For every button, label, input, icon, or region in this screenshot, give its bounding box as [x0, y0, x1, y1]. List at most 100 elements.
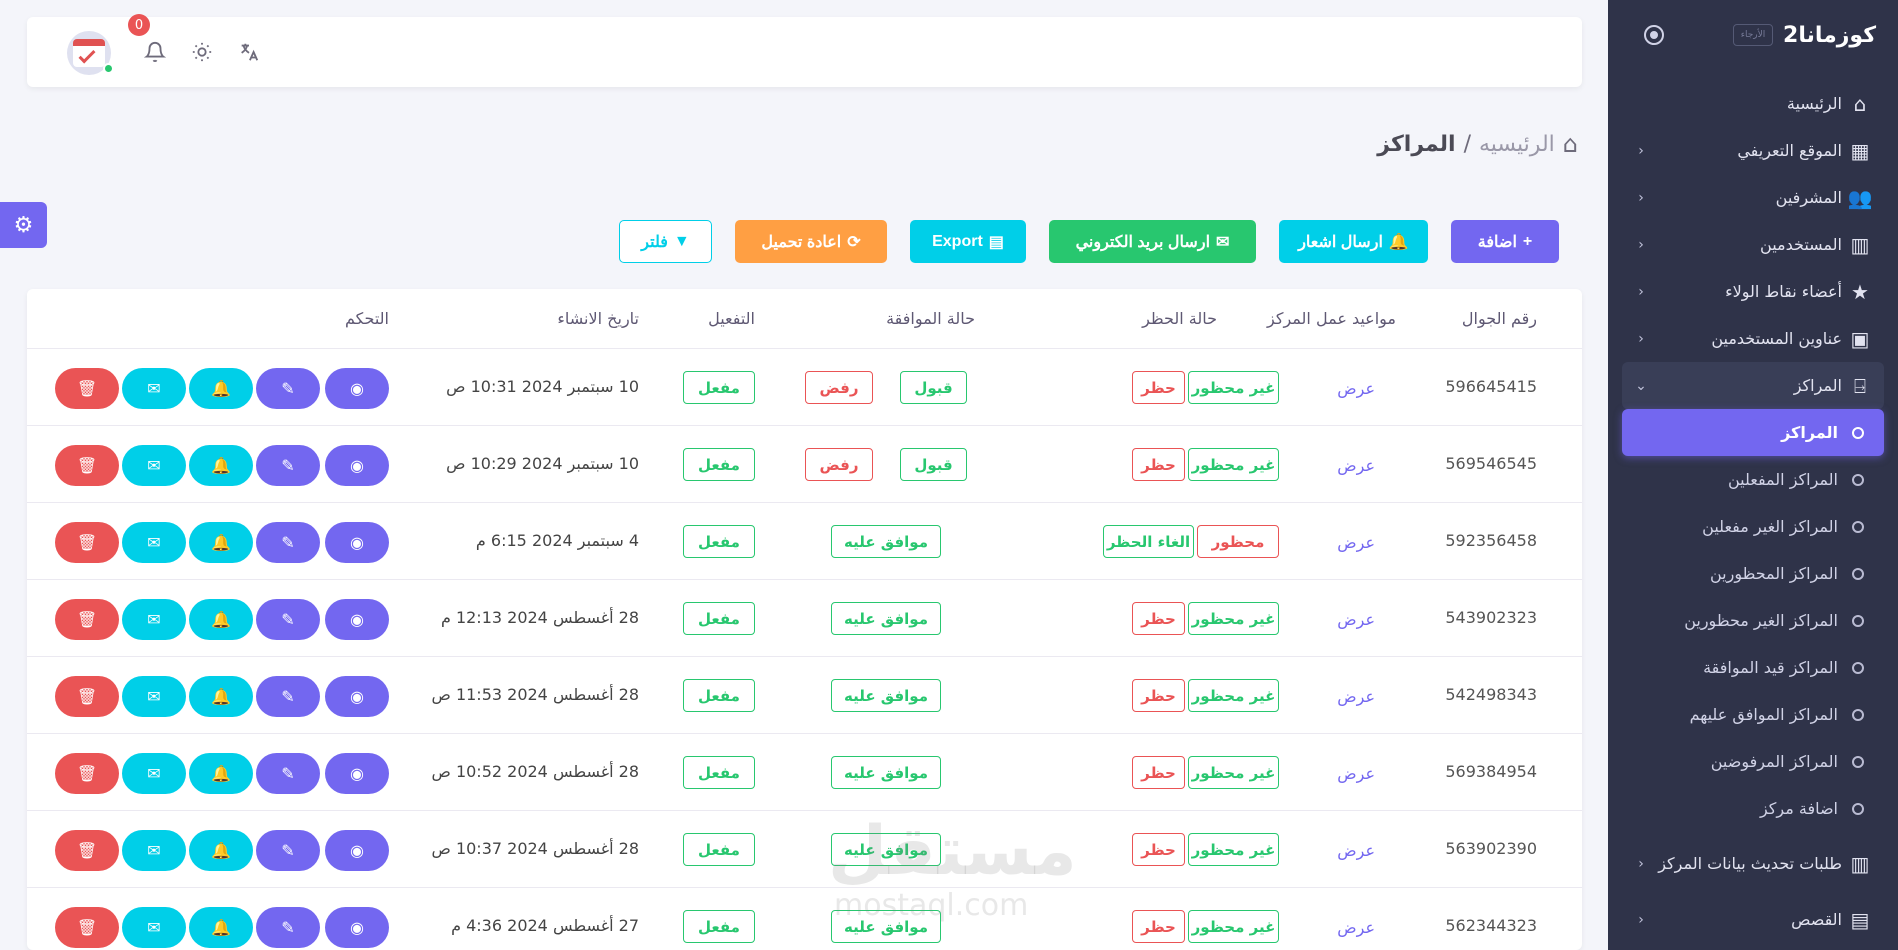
- active-badge[interactable]: مفعل: [683, 448, 755, 481]
- view-hours-link[interactable]: عرض: [1337, 456, 1375, 475]
- edit-button[interactable]: ✎: [256, 599, 320, 640]
- delete-button[interactable]: 🗑: [55, 522, 119, 563]
- sidebar-item-website[interactable]: ▦ الموقع التعريفي ‹: [1622, 127, 1884, 174]
- view-button[interactable]: ◉: [325, 368, 389, 409]
- notify-button[interactable]: 🔔: [189, 522, 253, 563]
- sidebar-sub-centers[interactable]: المراكز: [1622, 409, 1884, 456]
- edit-button[interactable]: ✎: [256, 445, 320, 486]
- sidebar-item-stories[interactable]: ▤ القصص ‹: [1622, 896, 1884, 943]
- delete-button[interactable]: 🗑: [55, 445, 119, 486]
- sidebar-sub-approved-centers[interactable]: المراكز الموافق عليهم: [1622, 691, 1884, 738]
- view-button[interactable]: ◉: [325, 599, 389, 640]
- ban-button[interactable]: حظر: [1132, 833, 1185, 866]
- view-hours-link[interactable]: عرض: [1337, 687, 1375, 706]
- sidebar-sub-active-centers[interactable]: المراكز المفعلين: [1622, 456, 1884, 503]
- delete-button[interactable]: 🗑: [55, 368, 119, 409]
- sidebar-item-users[interactable]: ▥ المستخدمين ‹: [1622, 221, 1884, 268]
- view-hours-link[interactable]: عرض: [1337, 533, 1375, 552]
- email-button[interactable]: ✉: [122, 676, 186, 717]
- delete-button[interactable]: 🗑: [55, 676, 119, 717]
- view-hours-link[interactable]: عرض: [1337, 918, 1375, 937]
- bell-icon[interactable]: [142, 39, 168, 65]
- sidebar-sub-banned-centers[interactable]: المراكز المحظورين: [1622, 550, 1884, 597]
- ban-button[interactable]: حظر: [1132, 910, 1185, 943]
- edit-button[interactable]: ✎: [256, 522, 320, 563]
- notify-button[interactable]: 🔔: [189, 368, 253, 409]
- view-button[interactable]: ◉: [325, 676, 389, 717]
- sidebar-sub-inactive-centers[interactable]: المراكز الغير مفعلين: [1622, 503, 1884, 550]
- unban-button[interactable]: الغاء الحظر: [1103, 525, 1194, 558]
- email-button[interactable]: ✉: [122, 368, 186, 409]
- view-button[interactable]: ◉: [325, 753, 389, 794]
- email-button[interactable]: ✉: [122, 830, 186, 871]
- view-hours-link[interactable]: عرض: [1337, 610, 1375, 629]
- sidebar-item-home[interactable]: ⌂ الرئيسية: [1622, 80, 1884, 127]
- sidebar-item-supervisors[interactable]: 👥 المشرفين ‹: [1622, 174, 1884, 221]
- sidebar-item-update-requests[interactable]: ▥ طلبات تحديث بيانات المركز ‹: [1622, 832, 1884, 896]
- reject-button[interactable]: رفض: [805, 448, 873, 481]
- sun-icon[interactable]: [189, 39, 215, 65]
- ban-button[interactable]: حظر: [1132, 448, 1185, 481]
- view-button[interactable]: ◉: [325, 522, 389, 563]
- active-badge[interactable]: مفعل: [683, 910, 755, 943]
- ban-button[interactable]: حظر: [1132, 679, 1185, 712]
- notify-button[interactable]: 🔔: [189, 907, 253, 948]
- filter-button[interactable]: ▼ فلتر: [619, 220, 712, 263]
- edit-button[interactable]: ✎: [256, 368, 320, 409]
- sidebar-sub-unbanned-centers[interactable]: المراكز الغير محظورين: [1622, 597, 1884, 644]
- view-hours-link[interactable]: عرض: [1337, 764, 1375, 783]
- notify-button[interactable]: 🔔: [189, 445, 253, 486]
- active-badge[interactable]: مفعل: [683, 679, 755, 712]
- ban-button[interactable]: حظر: [1132, 602, 1185, 635]
- reload-button[interactable]: ⟳ اعادة تحميل: [735, 220, 887, 263]
- notify-button[interactable]: 🔔: [189, 753, 253, 794]
- view-hours-link[interactable]: عرض: [1337, 379, 1375, 398]
- sidebar-sub-add-center[interactable]: اضافة مركز: [1622, 785, 1884, 832]
- active-badge[interactable]: مفعل: [683, 525, 755, 558]
- active-badge[interactable]: مفعل: [683, 756, 755, 789]
- sidebar-item-user-addresses[interactable]: ▣ عناوين المستخدمين ‹: [1622, 315, 1884, 362]
- sidebar-sub-rejected-centers[interactable]: المراكز المرفوضين: [1622, 738, 1884, 785]
- settings-gear-icon[interactable]: ⚙: [0, 202, 47, 248]
- brand[interactable]: كوزمانا2 الأرجاء: [1733, 23, 1876, 48]
- export-button[interactable]: ▤ Export: [910, 220, 1026, 263]
- sidebar-item-centers[interactable]: ⍈ المراكز ⌄: [1622, 362, 1884, 409]
- active-badge[interactable]: مفعل: [683, 833, 755, 866]
- accept-button[interactable]: قبول: [900, 371, 967, 404]
- edit-button[interactable]: ✎: [256, 676, 320, 717]
- sidebar-item-loyalty[interactable]: ★ أعضاء نقاط الولاء ‹: [1622, 268, 1884, 315]
- delete-button[interactable]: 🗑: [55, 753, 119, 794]
- edit-button[interactable]: ✎: [256, 907, 320, 948]
- notify-button[interactable]: 🔔: [189, 599, 253, 640]
- active-badge[interactable]: مفعل: [683, 371, 755, 404]
- add-button[interactable]: + اضافة: [1451, 220, 1559, 263]
- reject-button[interactable]: رفض: [805, 371, 873, 404]
- email-button[interactable]: ✉: [122, 753, 186, 794]
- send-notification-button[interactable]: 🔔 ارسال اشعار: [1279, 220, 1428, 263]
- edit-button[interactable]: ✎: [256, 830, 320, 871]
- home-icon[interactable]: ⌂: [1563, 130, 1578, 158]
- email-button[interactable]: ✉: [122, 522, 186, 563]
- active-badge[interactable]: مفعل: [683, 602, 755, 635]
- email-button[interactable]: ✉: [122, 445, 186, 486]
- accept-button[interactable]: قبول: [900, 448, 967, 481]
- view-button[interactable]: ◉: [325, 907, 389, 948]
- ban-button[interactable]: حظر: [1132, 371, 1185, 404]
- edit-button[interactable]: ✎: [256, 753, 320, 794]
- translate-icon[interactable]: [236, 39, 262, 65]
- email-button[interactable]: ✉: [122, 599, 186, 640]
- notify-button[interactable]: 🔔: [189, 676, 253, 717]
- delete-button[interactable]: 🗑: [55, 599, 119, 640]
- ban-button[interactable]: حظر: [1132, 756, 1185, 789]
- sidebar-sub-pending-centers[interactable]: المراكز قيد الموافقة: [1622, 644, 1884, 691]
- delete-button[interactable]: 🗑: [55, 907, 119, 948]
- sidebar-toggle-icon[interactable]: [1644, 25, 1664, 45]
- view-button[interactable]: ◉: [325, 445, 389, 486]
- email-button[interactable]: ✉: [122, 907, 186, 948]
- send-email-button[interactable]: ✉ ارسال بريد الكتروني: [1049, 220, 1256, 263]
- view-hours-link[interactable]: عرض: [1337, 841, 1375, 860]
- notify-button[interactable]: 🔔: [189, 830, 253, 871]
- view-button[interactable]: ◉: [325, 830, 389, 871]
- delete-button[interactable]: 🗑: [55, 830, 119, 871]
- breadcrumb-home[interactable]: الرئيسيه: [1479, 132, 1555, 157]
